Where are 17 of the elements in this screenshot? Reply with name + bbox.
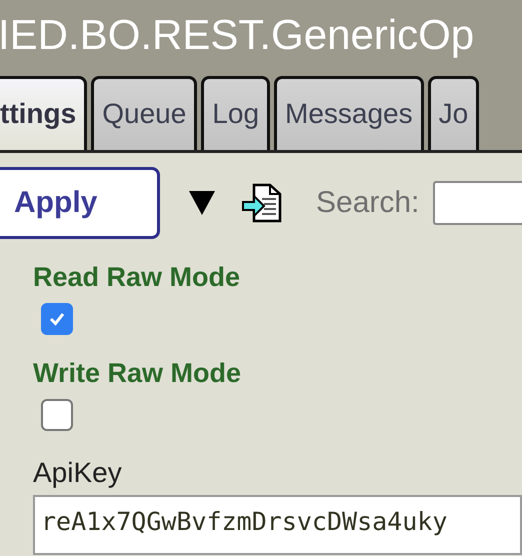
- checkbox[interactable]: [41, 303, 73, 335]
- tab[interactable]: Jo: [428, 76, 480, 150]
- apply-button[interactable]: Apply: [0, 167, 160, 239]
- setting-label: Write Raw Mode: [33, 357, 242, 390]
- search-field[interactable]: [433, 181, 522, 225]
- window-title: IED.BO.REST.GenericOp: [0, 11, 474, 59]
- tab[interactable]: Messages: [274, 76, 424, 150]
- dropdown-triangle-icon[interactable]: [188, 190, 216, 216]
- tab[interactable]: ttings: [0, 76, 88, 150]
- document-arrow-icon[interactable]: [242, 183, 284, 223]
- tab[interactable]: Log: [201, 76, 270, 150]
- setting-label: ApiKey: [33, 456, 122, 490]
- checkbox[interactable]: [41, 399, 73, 431]
- setting-label: Read Raw Mode: [33, 261, 240, 294]
- tab[interactable]: Queue: [91, 76, 198, 150]
- api-key-field[interactable]: reA1x7QGwBvfzmDrsvcDWsa4uky: [33, 495, 522, 555]
- search-label: Search:: [316, 186, 420, 220]
